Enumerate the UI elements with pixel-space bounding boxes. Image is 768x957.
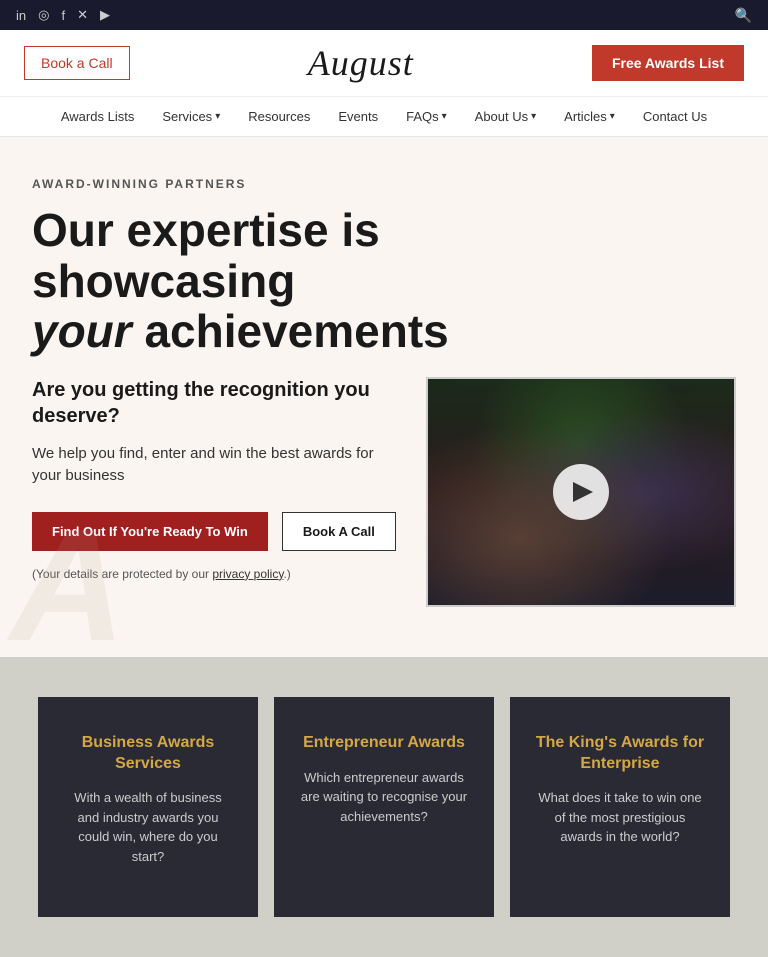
hero-video[interactable] <box>426 377 736 607</box>
nav-articles[interactable]: Articles ▾ <box>550 97 629 136</box>
hero-title: Our expertise is showcasing your achieve… <box>32 205 452 357</box>
card-title: Entrepreneur Awards <box>303 733 465 754</box>
card-business-awards[interactable]: Business Awards Services With a wealth o… <box>38 697 258 917</box>
find-out-button[interactable]: Find Out If You're Ready To Win <box>32 512 268 551</box>
hero-left-col: Are you getting the recognition you dese… <box>32 377 402 581</box>
card-description: Which entrepreneur awards are waiting to… <box>298 768 470 827</box>
facebook-icon[interactable]: f <box>61 8 65 23</box>
linkedin-icon[interactable]: in <box>16 8 26 23</box>
cards-section: Business Awards Services With a wealth o… <box>0 657 768 957</box>
book-call-button[interactable]: Book a Call <box>24 46 130 80</box>
hero-description: We help you find, enter and win the best… <box>32 443 402 488</box>
youtube-icon[interactable]: ▶ <box>100 7 110 23</box>
chevron-down-icon: ▾ <box>610 111 615 122</box>
play-button[interactable] <box>553 464 609 520</box>
hero-content: Are you getting the recognition you dese… <box>32 377 736 607</box>
nav-faqs[interactable]: FAQs ▾ <box>392 97 461 136</box>
nav-services[interactable]: Services ▾ <box>148 97 234 136</box>
nav-events[interactable]: Events <box>324 97 392 136</box>
hero-section: A AWARD-WINNING PARTNERS Our expertise i… <box>0 137 768 657</box>
card-description: What does it take to win one of the most… <box>534 788 706 847</box>
privacy-note: (Your details are protected by our priva… <box>32 567 402 581</box>
card-title: The King's Awards for Enterprise <box>534 733 706 775</box>
instagram-icon[interactable]: ◎ <box>38 7 49 23</box>
card-kings-awards[interactable]: The King's Awards for Enterprise What do… <box>510 697 730 917</box>
privacy-policy-link[interactable]: privacy policy <box>212 567 283 581</box>
hero-title-italic: your <box>32 305 132 357</box>
card-description: With a wealth of business and industry a… <box>62 788 234 866</box>
hero-title-rest: achievements <box>132 305 449 357</box>
nav-contact-us[interactable]: Contact Us <box>629 97 721 136</box>
card-entrepreneur-awards[interactable]: Entrepreneur Awards Which entrepreneur a… <box>274 697 494 917</box>
hero-tag: AWARD-WINNING PARTNERS <box>32 177 736 191</box>
chevron-down-icon: ▾ <box>531 111 536 122</box>
twitter-x-icon[interactable]: ✕ <box>77 7 88 23</box>
nav-resources[interactable]: Resources <box>234 97 324 136</box>
main-nav: Awards Lists Services ▾ Resources Events… <box>0 97 768 137</box>
chevron-down-icon: ▾ <box>215 111 220 122</box>
search-icon[interactable]: 🔍 <box>735 7 752 24</box>
header: Book a Call August Free Awards List <box>0 30 768 97</box>
nav-awards-lists[interactable]: Awards Lists <box>47 97 148 136</box>
free-awards-button[interactable]: Free Awards List <box>592 45 744 81</box>
nav-about-us[interactable]: About Us ▾ <box>461 97 551 136</box>
hero-title-line1: Our expertise is showcasing <box>32 204 380 307</box>
book-call-hero-button[interactable]: Book A Call <box>282 512 396 551</box>
card-title: Business Awards Services <box>62 733 234 775</box>
hero-buttons: Find Out If You're Ready To Win Book A C… <box>32 512 402 551</box>
play-icon <box>573 482 593 502</box>
chevron-down-icon: ▾ <box>442 111 447 122</box>
site-logo: August <box>308 42 414 84</box>
top-bar: in ◎ f ✕ ▶ 🔍 <box>0 0 768 30</box>
social-icons-group: in ◎ f ✕ ▶ <box>16 7 110 23</box>
hero-subtitle: Are you getting the recognition you dese… <box>32 377 402 429</box>
